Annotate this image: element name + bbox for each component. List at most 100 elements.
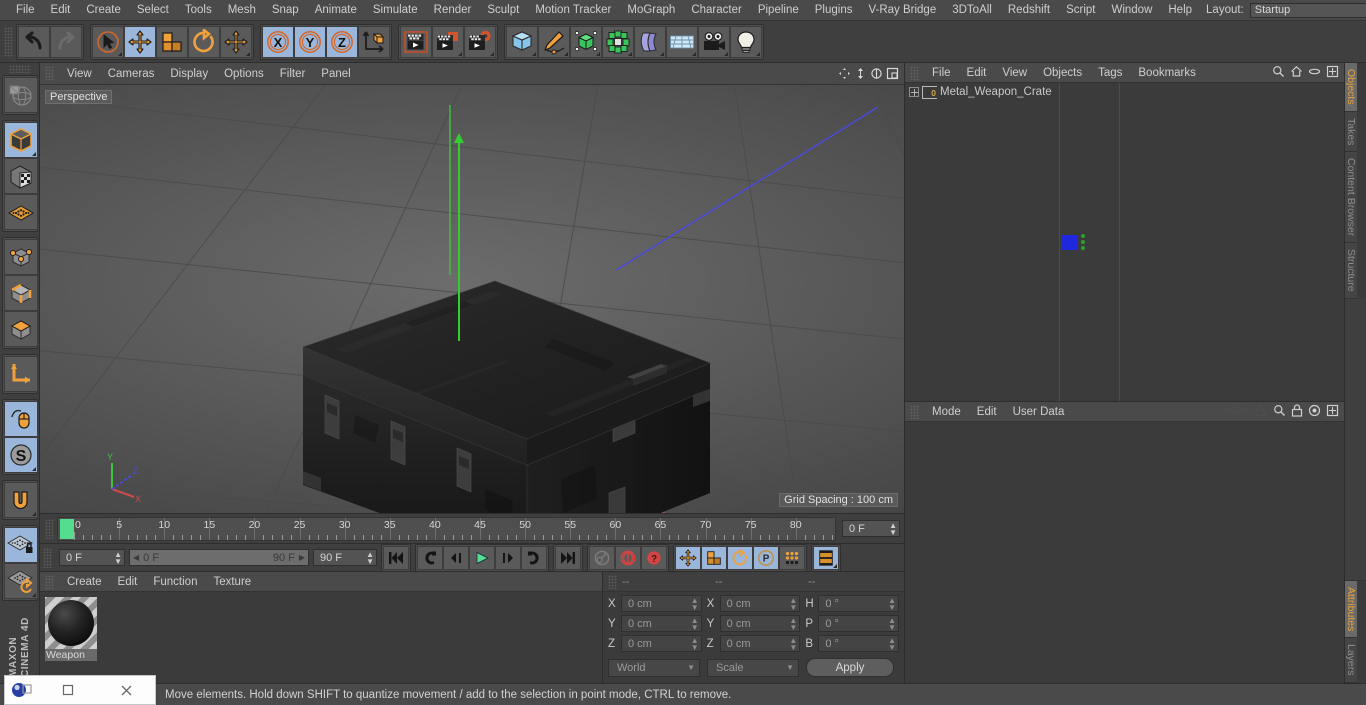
menu-item-animate[interactable]: Animate (307, 0, 365, 21)
render-view-button[interactable] (400, 25, 432, 58)
viewport-menu-item-panel[interactable]: Panel (313, 63, 358, 85)
move-alt-button[interactable] (220, 25, 252, 58)
coordinate-field-position-1[interactable]: 0 cm ▲ ▼ (621, 615, 702, 632)
attribute-manager-grip[interactable] (910, 404, 919, 419)
keyframe-selection-button[interactable]: ? (641, 545, 667, 570)
next-frame-button[interactable] (495, 545, 521, 570)
coordinate-field-size-2[interactable]: 0 cm ▲ ▼ (719, 635, 801, 652)
autokey-button[interactable] (615, 545, 641, 570)
viewport-menu-grip[interactable] (45, 66, 54, 81)
maximize-button[interactable] (39, 684, 97, 696)
menu-item-snap[interactable]: Snap (264, 0, 307, 21)
menu-item-script[interactable]: Script (1058, 0, 1103, 21)
dolly-icon[interactable] (853, 67, 867, 81)
vtab-layers[interactable]: Layers (1345, 638, 1357, 683)
previous-frame-button[interactable] (443, 545, 469, 570)
menu-item-character[interactable]: Character (683, 0, 750, 21)
end-frame-field[interactable]: 90 F ▲ ▼ (313, 549, 377, 566)
workplane-align-button[interactable] (3, 563, 38, 599)
object-menu-item-bookmarks[interactable]: Bookmarks (1130, 63, 1204, 83)
record-scale-button[interactable] (701, 545, 727, 570)
search-icon[interactable] (1273, 404, 1286, 420)
camera-button[interactable] (698, 25, 730, 58)
record-key-button[interactable] (589, 545, 615, 570)
floor-button[interactable] (666, 25, 698, 58)
object-menu-item-tags[interactable]: Tags (1090, 63, 1130, 83)
menu-item-v-ray-bridge[interactable]: V-Ray Bridge (860, 0, 944, 21)
play-button[interactable] (469, 545, 495, 570)
coordinate-field-size-1[interactable]: 0 cm ▲ ▼ (719, 615, 801, 632)
attribute-menu-item-mode[interactable]: Mode (924, 402, 969, 422)
texture-mode-button[interactable] (3, 158, 38, 194)
enable-snap-button[interactable]: S (3, 437, 38, 473)
attribute-manager-body[interactable] (905, 422, 1344, 683)
menu-item-window[interactable]: Window (1103, 0, 1160, 21)
workplane-lock-button[interactable] (3, 527, 38, 563)
pan-icon[interactable] (837, 67, 851, 81)
cone-icon[interactable] (1253, 403, 1268, 420)
menu-item-mesh[interactable]: Mesh (220, 0, 264, 21)
coordinate-field-size-0[interactable]: 0 cm ▲ ▼ (719, 595, 801, 612)
object-menu-item-view[interactable]: View (994, 63, 1035, 83)
spinner-icon[interactable]: ▲ ▼ (889, 521, 897, 536)
spinner-icon[interactable]: ▲ ▼ (366, 550, 374, 565)
vtab-structure[interactable]: Structure (1345, 243, 1357, 299)
floating-mini-window[interactable] (4, 675, 156, 705)
lock-icon[interactable] (1291, 403, 1303, 420)
spinner-icon[interactable]: ▲ ▼ (789, 616, 797, 631)
move-tool-button[interactable] (124, 25, 156, 58)
menu-item-3dtoall[interactable]: 3DToAll (944, 0, 1000, 21)
bend-deformer-button[interactable] (634, 25, 666, 58)
world-coordinate-button[interactable] (358, 25, 390, 58)
material-menu-item-texture[interactable]: Texture (205, 572, 259, 592)
preview-range-bar[interactable]: ◀ 0 F 90 F ▶ (129, 549, 309, 566)
attribute-menu-item-edit[interactable]: Edit (969, 402, 1005, 422)
menu-item-file[interactable]: File (8, 0, 43, 21)
layout-dropdown[interactable]: Startup ▼ (1249, 2, 1366, 18)
model-mode-button[interactable] (3, 122, 38, 158)
material-item[interactable]: Weapon (45, 597, 97, 661)
material-menu-item-edit[interactable]: Edit (110, 572, 146, 592)
vtab-content-browser[interactable]: Content Browser (1345, 152, 1357, 244)
record-position-button[interactable] (675, 545, 701, 570)
edge-mode-button[interactable] (3, 275, 38, 311)
viewport-solo-button[interactable] (3, 401, 38, 437)
viewport-menu-item-view[interactable]: View (59, 63, 100, 85)
spinner-icon[interactable]: ▲ ▼ (691, 616, 699, 631)
material-thumbnail[interactable] (45, 597, 97, 649)
ellipse-icon[interactable] (1308, 65, 1321, 81)
menu-item-plugins[interactable]: Plugins (807, 0, 861, 21)
viewport-menu-item-options[interactable]: Options (216, 63, 272, 85)
spinner-icon[interactable]: ▲ ▼ (789, 596, 797, 611)
crate-3d-object[interactable] (295, 243, 715, 513)
target-icon[interactable] (1308, 404, 1321, 420)
playback-grip[interactable] (43, 547, 52, 568)
fit-icon[interactable] (1326, 404, 1339, 420)
menu-item-simulate[interactable]: Simulate (365, 0, 426, 21)
viewport-menu-item-display[interactable]: Display (162, 63, 216, 85)
undo-button[interactable] (18, 25, 50, 58)
material-menu-item-create[interactable]: Create (59, 572, 110, 592)
spinner-icon[interactable]: ▲ ▼ (888, 596, 896, 611)
object-row[interactable]: 0 Metal_Weapon_Crate (905, 83, 1059, 101)
vtab-objects[interactable]: Objects (1345, 63, 1357, 112)
material-tag-icon[interactable] (1062, 234, 1077, 250)
record-pla-button[interactable] (779, 545, 805, 570)
material-grid[interactable]: Weapon (40, 592, 602, 683)
range-left-arrow-icon[interactable]: ◀ (133, 553, 139, 562)
polygon-mode-button[interactable] (3, 311, 38, 347)
x-axis-button[interactable]: X (262, 25, 294, 58)
workplane-mode-button[interactable] (3, 194, 38, 230)
coordinate-field-position-0[interactable]: 0 cm ▲ ▼ (621, 595, 702, 612)
cube-primitive-button[interactable] (506, 25, 538, 58)
spinner-icon[interactable]: ▲ ▼ (691, 636, 699, 651)
render-region-button[interactable] (432, 25, 464, 58)
spinner-icon[interactable]: ▲ ▼ (114, 550, 122, 565)
menu-item-select[interactable]: Select (129, 0, 177, 21)
spinner-icon[interactable]: ▲ ▼ (789, 636, 797, 651)
live-selection-button[interactable] (92, 25, 124, 58)
menu-item-sculpt[interactable]: Sculpt (479, 0, 527, 21)
home-icon[interactable] (1290, 65, 1303, 81)
menu-item-tools[interactable]: Tools (177, 0, 220, 21)
go-to-start-button[interactable] (383, 545, 409, 570)
